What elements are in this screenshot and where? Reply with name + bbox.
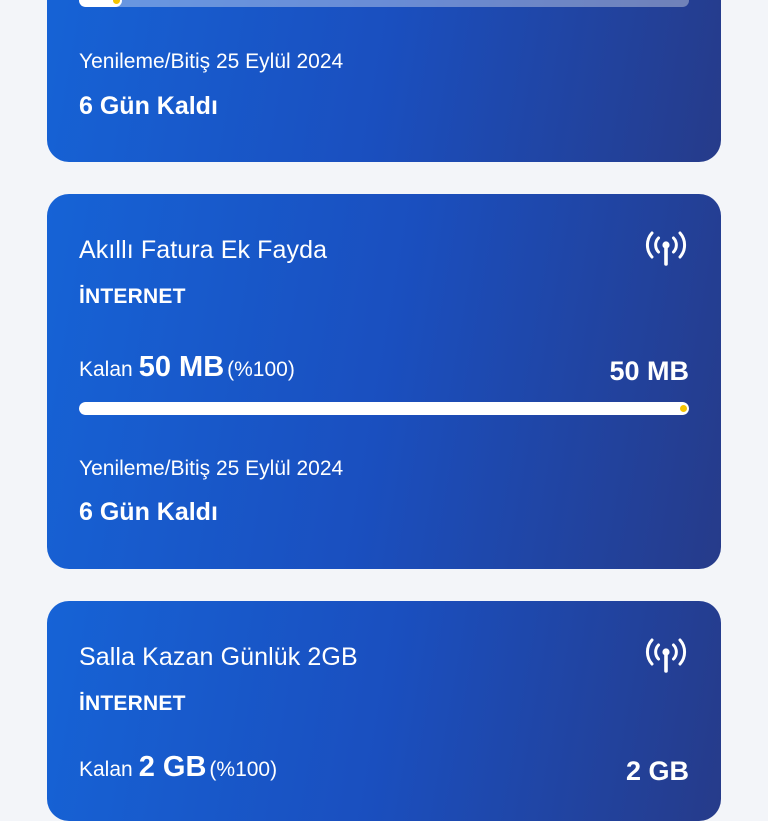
remaining-amount: 2 GB (138, 751, 207, 783)
signal-antenna-icon (645, 231, 687, 266)
days-left: 6 Gün Kaldı (79, 92, 218, 120)
usage-progress-marker (680, 405, 687, 412)
remaining-amount: 50 MB (138, 351, 225, 383)
package-category: İNTERNET (79, 692, 186, 715)
package-title: Salla Kazan Günlük 2GB (79, 643, 358, 671)
package-title: Akıllı Fatura Ek Fayda (79, 236, 328, 264)
usage-progress-bar (79, 402, 689, 415)
usage-progress-fill (79, 402, 689, 415)
usage-progress-bar (79, 0, 689, 7)
package-card-2[interactable]: Akıllı Fatura Ek Fayda İNTERNET Kalan 50 … (47, 194, 721, 569)
package-card-1[interactable]: Yenileme/Bitiş 25 Eylül 2024 6 Gün Kaldı (47, 0, 721, 162)
remaining-percent: (%100) (209, 758, 278, 781)
package-category: İNTERNET (79, 285, 186, 308)
package-card-3[interactable]: Salla Kazan Günlük 2GB İNTERNET Kalan 2 G… (47, 601, 721, 821)
renewal-date: Yenileme/Bitiş 25 Eylül 2024 (79, 50, 344, 73)
package-total: 50 MB (609, 356, 689, 386)
remaining-percent: (%100) (227, 358, 295, 381)
renewal-date: Yenileme/Bitiş 25 Eylül 2024 (79, 457, 344, 480)
days-left: 6 Gün Kaldı (79, 498, 218, 526)
remaining-prefix: Kalan (79, 758, 133, 781)
package-total: 2 GB (625, 756, 689, 786)
remaining-prefix: Kalan (79, 358, 133, 381)
signal-antenna-icon (645, 638, 687, 673)
remaining-usage: Kalan 50 MB (%100) (79, 351, 295, 384)
